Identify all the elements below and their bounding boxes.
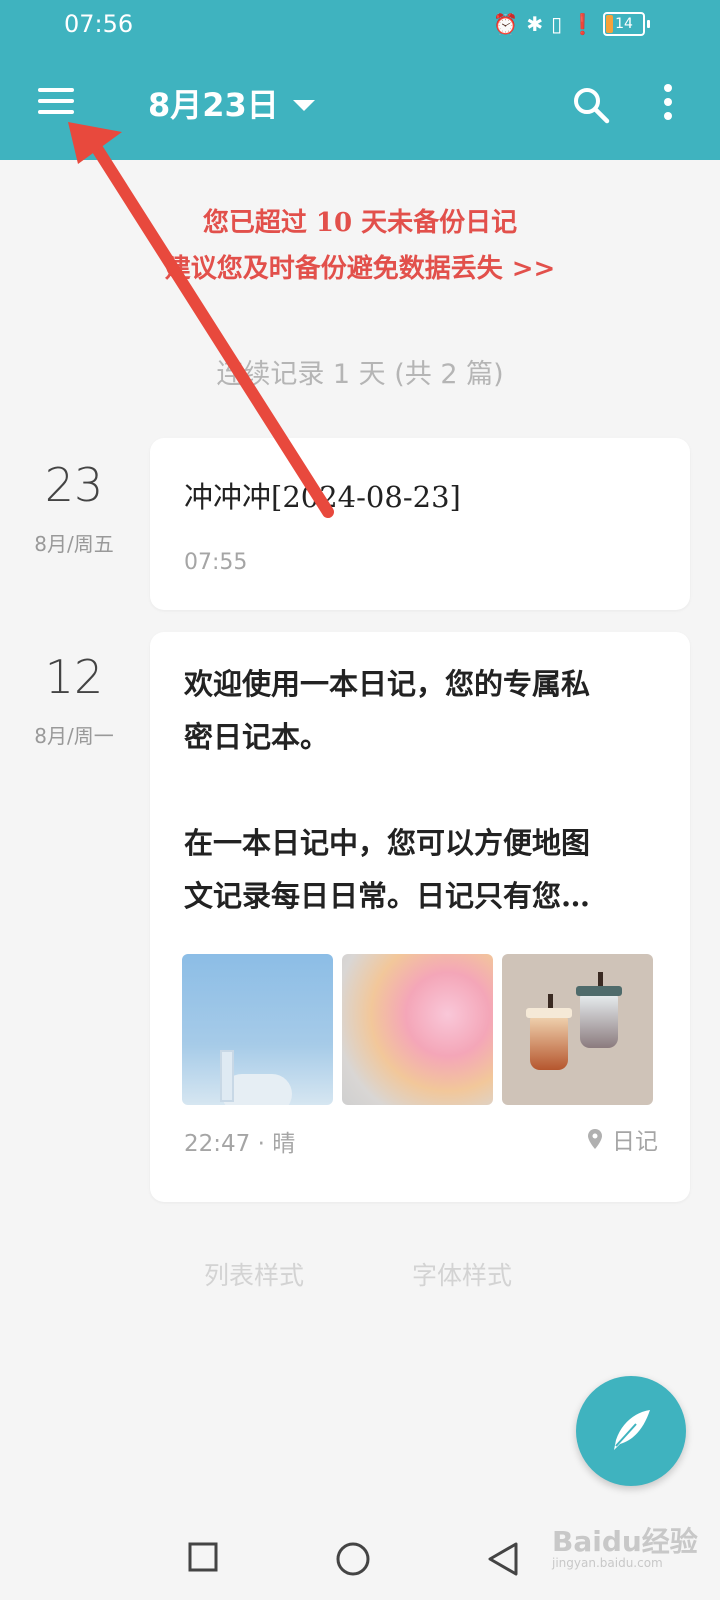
back-icon[interactable] (486, 1542, 520, 1576)
quill-icon (614, 1410, 650, 1450)
status-icons: ⏰ ✱ ▯ ❗ 14 (493, 12, 650, 36)
app-header: 07:56 ⏰ ✱ ▯ ❗ 14 8月23日 (0, 0, 720, 160)
bluetooth-icon: ✱ (526, 12, 544, 36)
date-selector[interactable]: 8月23日 (148, 80, 315, 126)
list-style-link[interactable]: 列表样式 (204, 1256, 304, 1292)
status-time: 07:56 (64, 10, 134, 38)
entry-images (182, 954, 653, 1105)
more-options-button[interactable] (662, 84, 674, 126)
watermark: Baidu经验 jingyan.baidu.com (552, 1525, 698, 1570)
abstract-gradient-thumbnail[interactable] (342, 954, 493, 1105)
bubble-tea-thumbnail[interactable] (502, 954, 653, 1105)
location-pin-icon (588, 1129, 602, 1149)
entry-title: 冲冲冲[2024-08-23] (184, 480, 461, 514)
entry-time: 07:55 (184, 550, 248, 575)
alert-icon: ❗ (570, 12, 595, 36)
font-style-link[interactable]: 字体样式 (412, 1256, 512, 1292)
backup-warning[interactable]: 您已超过 10 天未备份日记 建议您及时备份避免数据丢失 >> (0, 200, 720, 292)
chevron-down-icon (292, 99, 315, 111)
battery-icon: 14 (603, 12, 645, 36)
entry-time-weather: 22:47 · 晴 (184, 1131, 296, 1157)
vibrate-icon: ▯ (551, 12, 563, 36)
streak-summary: 连续记录 1 天 (共 2 篇) (216, 359, 504, 390)
entry-day-number: 23 (44, 458, 104, 512)
entry-month-weekday: 8月/周一 (34, 724, 114, 748)
menu-button[interactable] (38, 88, 74, 116)
search-icon (574, 88, 610, 124)
diary-entry-card[interactable]: 欢迎使用一本日记，您的专属私 密日记本。 在一本日记中，您可以方便地图 文记录每… (150, 632, 690, 1202)
entry-month-weekday: 8月/周五 (34, 532, 114, 556)
backup-warning-line2: 建议您及时备份避免数据丢失 >> (164, 254, 556, 284)
home-icon[interactable] (336, 1542, 370, 1576)
page-title: 8月23日 (148, 86, 279, 124)
entry-day-number: 12 (44, 650, 104, 704)
diary-entry-card[interactable]: 冲冲冲[2024-08-23] 07:55 (150, 438, 690, 610)
recents-icon[interactable] (188, 1542, 218, 1572)
new-entry-button[interactable] (576, 1376, 686, 1486)
search-button[interactable] (572, 86, 612, 126)
sky-photo-thumbnail[interactable] (182, 954, 333, 1105)
alarm-icon: ⏰ (493, 12, 519, 36)
backup-warning-line1: 您已超过 10 天未备份日记 (202, 208, 518, 238)
entry-preview: 欢迎使用一本日记，您的专属私 密日记本。 在一本日记中，您可以方便地图 文记录每… (184, 667, 591, 913)
entry-tag: 日记 (588, 1122, 658, 1156)
